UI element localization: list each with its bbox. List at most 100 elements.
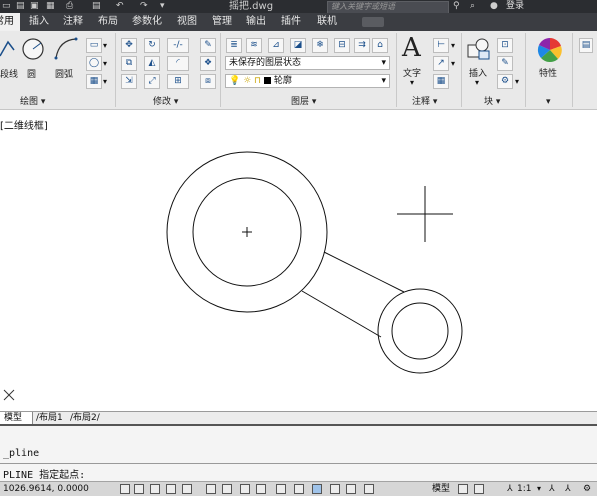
plot-icon[interactable]: ▤ (92, 0, 101, 13)
dropdown-icon[interactable]: ▾ (475, 78, 479, 87)
explode-icon[interactable]: ❖ (200, 56, 216, 71)
dropdown-icon[interactable]: ▾ (410, 78, 414, 87)
polyline-icon[interactable] (0, 36, 16, 64)
redo-icon[interactable]: ↷ (140, 0, 148, 13)
annotation-panel-label[interactable]: 注释 ▾ (412, 96, 437, 108)
dropdown-icon[interactable]: ▾ (451, 41, 455, 50)
coordinate-readout[interactable]: 1026.9614, 0.0000 (3, 483, 89, 495)
dropdown-icon[interactable]: ▾ (103, 59, 107, 68)
search-icon[interactable]: ⚲ (453, 0, 460, 13)
3d-osnap-icon[interactable] (206, 484, 216, 494)
dropdown-icon[interactable]: ▾ (160, 0, 165, 13)
workspace-icon[interactable] (364, 484, 374, 494)
rectangle-icon[interactable]: ▭ (86, 38, 102, 53)
copy-icon[interactable]: ⧉ (121, 56, 137, 71)
properties-icon[interactable] (536, 36, 564, 64)
erase-icon[interactable]: ✎ (200, 38, 216, 53)
layers-panel-label[interactable]: 图层 ▾ (291, 96, 316, 108)
tab-output[interactable]: 输出 (246, 13, 266, 31)
linear-dimension-icon[interactable]: ⊢ (433, 38, 449, 53)
ortho-icon[interactable] (150, 484, 160, 494)
save-icon[interactable]: ▣ (30, 0, 39, 13)
circle-tool-icon[interactable] (20, 36, 46, 62)
stretch-icon[interactable]: ⇲ (121, 74, 137, 89)
rotate-icon[interactable]: ↻ (144, 38, 160, 53)
tab-annotate[interactable]: 注释 (63, 13, 83, 31)
transparency-icon[interactable] (294, 484, 304, 494)
utilities-icon[interactable]: ▤ (579, 38, 593, 53)
model-space-button[interactable]: 模型 (432, 483, 450, 495)
layout-view-icon[interactable] (458, 484, 468, 494)
layout-view-icon[interactable] (474, 484, 484, 494)
layer-properties-icon[interactable]: ≣ (226, 38, 242, 53)
tab-online[interactable]: 联机 (317, 13, 337, 31)
lineweight-icon[interactable] (276, 484, 286, 494)
tab-home[interactable]: 常用 (0, 13, 20, 31)
array-icon[interactable]: ⊞ (167, 74, 189, 89)
layer-match-icon[interactable]: ⇉ (354, 38, 370, 53)
annotation-visibility-icon[interactable]: ⅄ (549, 483, 555, 495)
auto-scale-icon[interactable]: ⅄ (565, 483, 571, 495)
ducs-icon[interactable] (240, 484, 250, 494)
layer-states-icon[interactable]: ≋ (246, 38, 262, 53)
text-tool-icon[interactable]: A (402, 33, 421, 63)
print-icon[interactable]: ⎙ (66, 0, 73, 13)
scale-icon[interactable]: ⤢ (144, 74, 160, 89)
table-icon[interactable]: ▦ (433, 74, 449, 89)
dropdown-icon[interactable]: ▾ (537, 483, 541, 495)
new-icon[interactable]: ▭ (2, 0, 11, 13)
annotation-monitor-icon[interactable] (346, 484, 356, 494)
dropdown-icon[interactable]: ▾ (103, 77, 107, 86)
fillet-icon[interactable]: ◜ (167, 56, 189, 71)
tab-layout[interactable]: 布局 (98, 13, 118, 31)
command-prompt[interactable]: PLINE 指定起点: (3, 466, 85, 481)
dynamic-input-icon[interactable] (256, 484, 266, 494)
arc-tool-icon[interactable] (53, 36, 79, 62)
offset-icon[interactable]: ⧈ (200, 74, 216, 89)
ellipse-icon[interactable]: ◯ (86, 56, 102, 71)
layer-state-dropdown[interactable]: 未保存的图层状态 ▾ (225, 56, 390, 70)
tab-parametric[interactable]: 参数化 (132, 13, 162, 31)
annotation-scale[interactable]: 1:1 (517, 483, 531, 495)
create-block-icon[interactable]: ⊡ (497, 38, 513, 53)
annotation-scale-icon[interactable]: ⅄ (507, 483, 513, 495)
tab-view[interactable]: 视图 (177, 13, 197, 31)
layer-off-icon[interactable]: ◪ (290, 38, 306, 53)
tab-manage[interactable]: 管理 (212, 13, 232, 31)
signin-button[interactable]: 登录 (506, 0, 524, 13)
tab-plugins[interactable]: 插件 (281, 13, 301, 31)
layer-isolate-icon[interactable]: ⊿ (268, 38, 284, 53)
edit-block-icon[interactable]: ✎ (497, 56, 513, 71)
draw-panel-label[interactable]: 绘图 ▾ (20, 96, 45, 108)
snap-mode-icon[interactable] (120, 484, 130, 494)
current-layer-dropdown[interactable]: 💡 ☼ ⊓ 轮廓 ▾ (225, 74, 390, 88)
trim-icon[interactable]: -/- (167, 38, 189, 53)
dropdown-icon[interactable]: ▾ (546, 96, 551, 108)
block-panel-label[interactable]: 块 ▾ (484, 96, 500, 108)
object-snap-tracking-icon[interactable] (222, 484, 232, 494)
layer-freeze-icon[interactable]: ❄ (312, 38, 328, 53)
undo-icon[interactable]: ↶ (116, 0, 124, 13)
open-icon[interactable]: ▤ (16, 0, 25, 13)
move-icon[interactable]: ✥ (121, 38, 137, 53)
multileader-icon[interactable]: ↗ (433, 56, 449, 71)
mirror-icon[interactable]: ◭ (144, 56, 160, 71)
grid-icon[interactable] (134, 484, 144, 494)
settings-icon[interactable]: ⚙ (583, 483, 591, 495)
selection-cycling-icon[interactable] (330, 484, 340, 494)
layer-lock-icon[interactable]: ⊟ (334, 38, 350, 53)
modify-panel-label[interactable]: 修改 ▾ (153, 96, 178, 108)
layer-walk-icon[interactable]: ⌂ (372, 38, 388, 53)
dropdown-icon[interactable]: ▾ (103, 41, 107, 50)
ribbon-toggle-button[interactable] (362, 17, 384, 27)
edit-attributes-icon[interactable]: ⚙ (497, 74, 513, 89)
user-icon[interactable]: ● (490, 0, 498, 13)
object-snap-icon[interactable] (182, 484, 192, 494)
insert-block-icon[interactable] (465, 37, 493, 63)
model-space-canvas[interactable] (0, 112, 597, 410)
saveas-icon[interactable]: ▦ (46, 0, 55, 13)
quick-properties-icon[interactable] (312, 484, 322, 494)
tab-insert[interactable]: 插入 (29, 13, 49, 31)
polar-tracking-icon[interactable] (166, 484, 176, 494)
dropdown-icon[interactable]: ▾ (515, 77, 519, 86)
